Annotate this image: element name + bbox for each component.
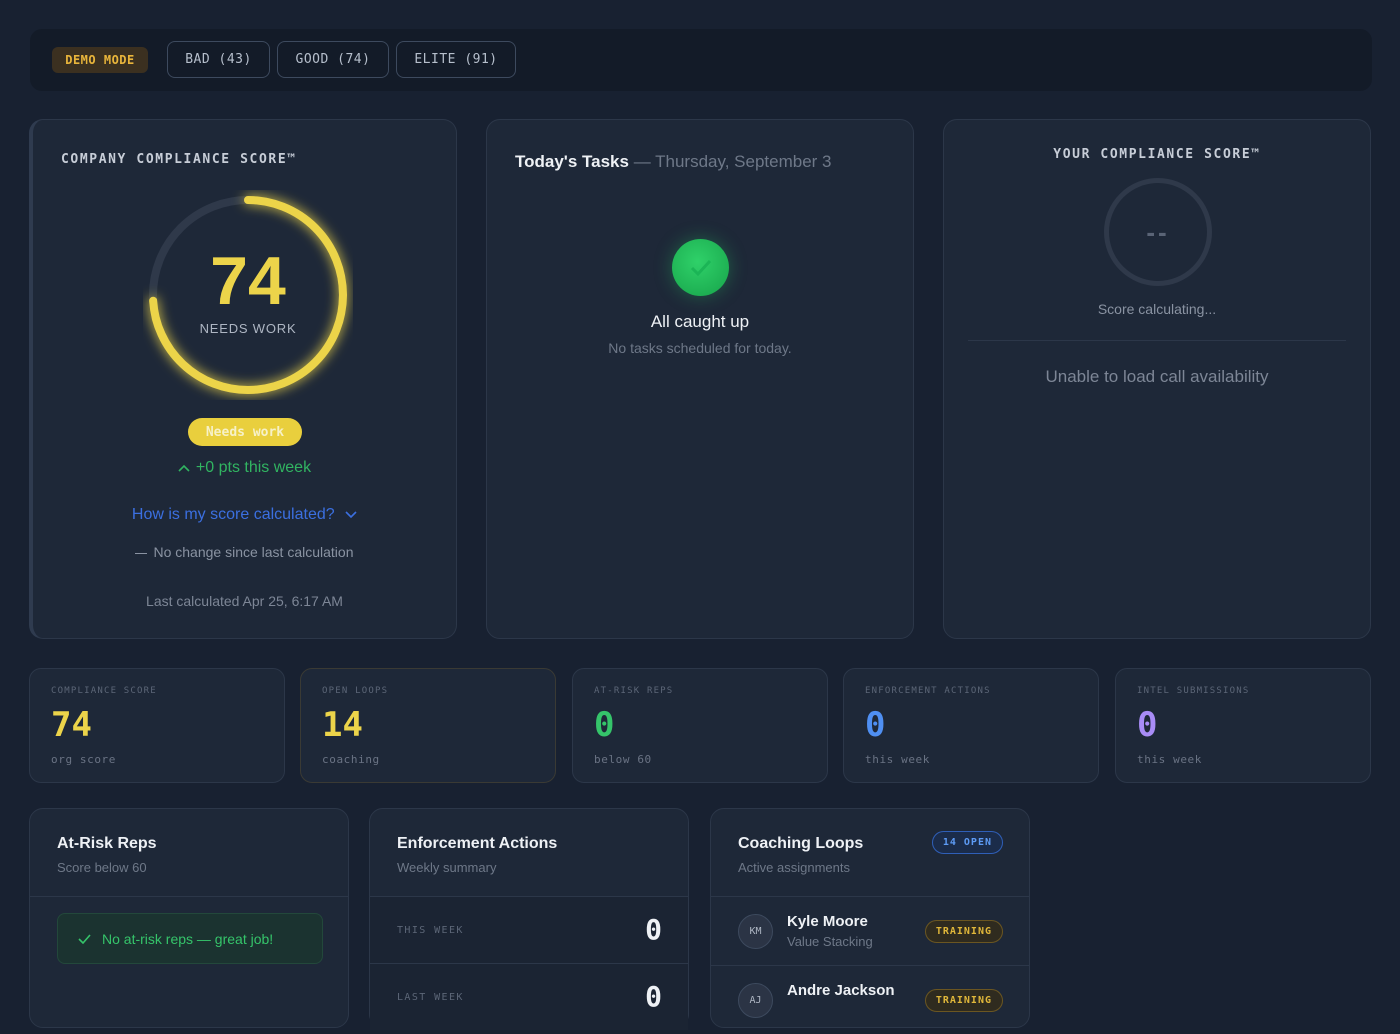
tile-at-risk-reps[interactable]: AT-RISK REPS 0 below 60 <box>572 668 828 783</box>
avatar: AJ <box>738 983 773 1018</box>
tile-open-loops[interactable]: OPEN LOOPS 14 coaching <box>300 668 556 783</box>
tile-value: 0 <box>1137 705 1158 745</box>
mode-elite-button[interactable]: ELITE (91) <box>396 41 516 78</box>
mode-bad-button[interactable]: BAD (43) <box>167 41 270 78</box>
tile-label: ENFORCEMENT ACTIONS <box>865 686 991 696</box>
company-score-gauge: 74 NEEDS WORK <box>143 190 353 400</box>
rep-name: Andre Jackson <box>787 982 895 999</box>
row-value: 0 <box>645 913 662 946</box>
at-risk-title: At-Risk Reps <box>57 835 157 852</box>
weekly-delta-text: +0 pts this week <box>195 459 312 476</box>
tile-enforcement-actions[interactable]: ENFORCEMENT ACTIONS 0 this week <box>843 668 1099 783</box>
tile-sub: org score <box>51 753 117 766</box>
coaching-loops-card: Coaching Loops Active assignments 14 OPE… <box>710 808 1030 1028</box>
tasks-header: Today's Tasks — Thursday, September 3 <box>515 152 832 172</box>
row-label: THIS WEEK <box>397 925 464 936</box>
availability-error: Unable to load call availability <box>1045 367 1269 386</box>
training-tag: TRAINING <box>924 989 1003 1012</box>
last-calculated: Last calculated Apr 25, 6:17 AM <box>146 593 343 609</box>
tile-label: INTEL SUBMISSIONS <box>1137 686 1250 696</box>
company-score-card: COMPANY COMPLIANCE SCORE™ 74 NEEDS WORK … <box>29 119 457 639</box>
row-value: 0 <box>645 980 662 1013</box>
enforcement-sub: Weekly summary <box>397 860 497 875</box>
your-score-ring: -- <box>1104 178 1212 286</box>
demo-mode-badge: DEMO MODE <box>52 47 148 73</box>
row-label: LAST WEEK <box>397 992 464 1003</box>
company-score-status: NEEDS WORK <box>199 321 297 336</box>
coaching-title: Coaching Loops <box>738 835 864 852</box>
enforcement-row-this-week: THIS WEEK 0 <box>370 897 688 963</box>
needs-work-badge: Needs work <box>188 418 302 446</box>
check-circle-icon <box>672 239 729 296</box>
tasks-empty-sub: No tasks scheduled for today. <box>608 340 792 356</box>
demo-toolbar: DEMO MODE BAD (43) GOOD (74) ELITE (91) <box>30 29 1372 91</box>
weekly-delta: +0 pts this week <box>33 459 456 477</box>
checkmark-icon <box>78 931 91 947</box>
tasks-title: Today's Tasks <box>515 152 629 171</box>
rep-topic: Value Stacking <box>787 934 873 949</box>
dash-icon <box>135 552 148 554</box>
no-change-note: No change since last calculation <box>33 544 456 560</box>
tile-intel-submissions[interactable]: INTEL SUBMISSIONS 0 this week <box>1115 668 1371 783</box>
open-count-badge: 14 OPEN <box>931 831 1003 854</box>
tile-sub: this week <box>865 753 931 766</box>
tile-label: AT-RISK REPS <box>594 686 674 696</box>
tile-value: 74 <box>51 705 92 745</box>
training-tag: TRAINING <box>924 920 1003 943</box>
your-score-value: -- <box>1146 216 1170 247</box>
tile-value: 0 <box>594 705 615 745</box>
tile-label: OPEN LOOPS <box>322 686 389 696</box>
tile-sub: this week <box>1137 753 1203 766</box>
tile-sub: coaching <box>322 753 380 766</box>
your-score-status: Score calculating... <box>1097 301 1217 317</box>
chevron-up-icon <box>178 459 190 477</box>
tile-value: 14 <box>322 705 363 745</box>
no-change-text: No change since last calculation <box>153 544 354 560</box>
chevron-down-icon <box>345 506 357 524</box>
tile-compliance-score[interactable]: COMPLIANCE SCORE 74 org score <box>29 668 285 783</box>
enforcement-title: Enforcement Actions <box>397 835 558 852</box>
tile-value: 0 <box>865 705 886 745</box>
at-risk-sub: Score below 60 <box>57 860 147 875</box>
at-risk-reps-card: At-Risk Reps Score below 60 No at-risk r… <box>29 808 349 1028</box>
section-divider <box>30 896 348 897</box>
mode-good-button[interactable]: GOOD (74) <box>277 41 389 78</box>
coaching-sub: Active assignments <box>738 860 850 875</box>
your-score-card: YOUR COMPLIANCE SCORE™ -- Score calculat… <box>943 119 1371 639</box>
enforcement-row-last-week: LAST WEEK 0 <box>370 964 688 1030</box>
coaching-row[interactable]: AJ Andre Jackson TRAINING <box>711 966 1029 1034</box>
avatar: KM <box>738 914 773 949</box>
score-explainer-link[interactable]: How is my score calculated? <box>33 506 456 524</box>
tile-sub: below 60 <box>594 753 652 766</box>
rep-name: Kyle Moore <box>787 913 868 930</box>
todays-tasks-card: Today's Tasks — Thursday, September 3 Al… <box>486 119 914 639</box>
coaching-row[interactable]: KM Kyle Moore Value Stacking TRAINING <box>711 897 1029 965</box>
your-score-title: YOUR COMPLIANCE SCORE™ <box>1053 147 1261 162</box>
your-score-divider <box>968 340 1346 341</box>
score-explainer-label[interactable]: How is my score calculated? <box>132 506 335 523</box>
no-at-risk-banner: No at-risk reps — great job! <box>57 913 323 964</box>
company-score-value: 74 <box>210 243 286 319</box>
tile-label: COMPLIANCE SCORE <box>51 686 157 696</box>
tasks-empty-title: All caught up <box>650 312 750 331</box>
company-score-title: COMPANY COMPLIANCE SCORE™ <box>61 152 297 167</box>
no-at-risk-text: No at-risk reps — great job! <box>102 930 274 947</box>
tasks-date: — Thursday, September 3 <box>633 152 832 171</box>
enforcement-card: Enforcement Actions Weekly summary THIS … <box>369 808 689 1030</box>
